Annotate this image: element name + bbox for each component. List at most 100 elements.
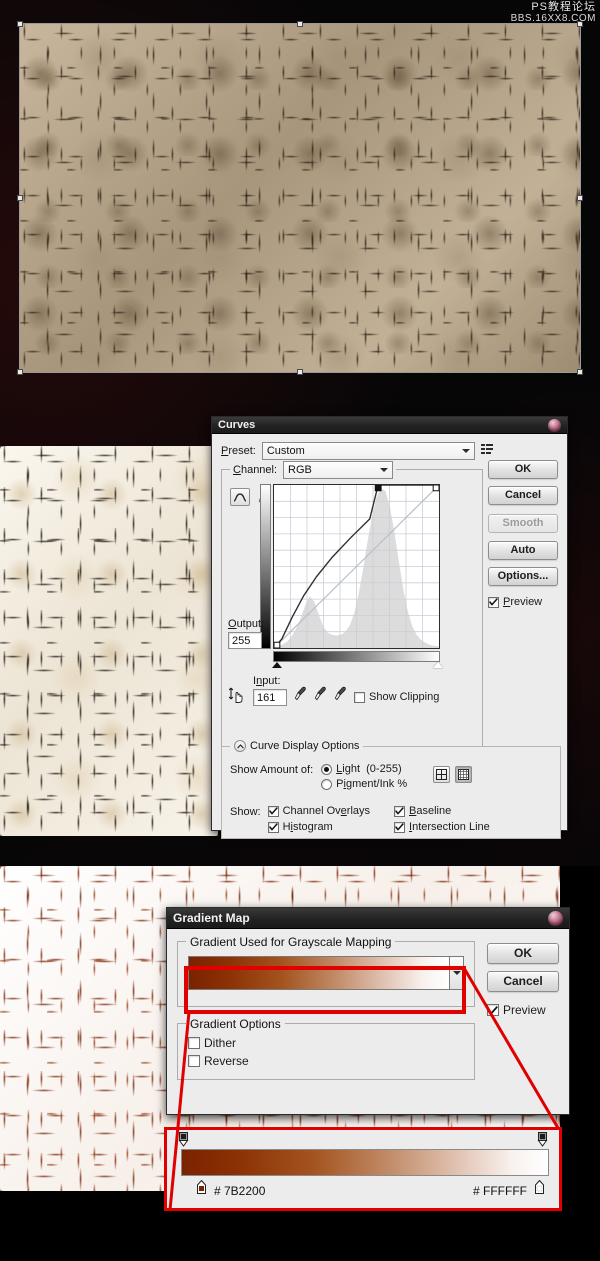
curve-control-point[interactable] — [433, 485, 439, 491]
curves-graph[interactable] — [260, 484, 443, 668]
preset-value: Custom — [266, 445, 305, 457]
output-label: Output: — [228, 618, 265, 630]
opacity-stop-glyph — [178, 1132, 189, 1147]
channel-select[interactable]: RGB — [283, 461, 394, 479]
opacity-stop-left[interactable] — [178, 1132, 189, 1147]
transform-handle-top-left[interactable] — [17, 21, 23, 27]
preset-menu-icon[interactable] — [480, 444, 495, 458]
baseline-checkbox[interactable]: Baseline — [394, 805, 490, 817]
show-clipping-checkbox[interactable]: Show Clipping — [354, 691, 439, 706]
checkbox-box — [354, 691, 365, 703]
checkbox-box — [188, 1037, 200, 1049]
color-stop-glyph — [197, 1179, 206, 1194]
channel-label: Channel: — [233, 464, 278, 476]
pigment-ink-radio-label: Pigment/Ink % — [336, 778, 408, 790]
curve-control-point[interactable] — [274, 642, 280, 648]
transform-handle-middle-right[interactable] — [577, 195, 583, 201]
transform-handle-top-center[interactable] — [297, 21, 303, 27]
intersection-line-label: Intersection Line — [409, 821, 490, 833]
eyedropper-group — [294, 686, 347, 706]
channel-overlays-checkbox[interactable]: Channel Overlays — [267, 805, 370, 817]
gradient-map-cancel-button[interactable]: Cancel — [487, 971, 559, 992]
curves-smooth-button[interactable]: Smooth — [488, 514, 558, 533]
gradient-editor-bar[interactable] — [181, 1149, 549, 1176]
curve-display-options-panel: Curve Display Options Show Amount of: Li… — [221, 740, 561, 839]
white-input-slider[interactable] — [433, 662, 443, 668]
transform-handle-middle-left[interactable] — [17, 195, 23, 201]
curve-plot-svg — [274, 485, 439, 648]
transform-handle-bottom-right[interactable] — [577, 369, 583, 375]
grid-tenth-icon[interactable] — [455, 766, 473, 783]
preset-label: Preset: — [221, 445, 256, 457]
curves-main-group: Channel: RGB Output: 255 Input: 161 Show… — [221, 461, 483, 764]
move-point-glyph — [228, 687, 243, 703]
checkbox-box — [267, 805, 279, 817]
black-point-eyedropper[interactable] — [294, 686, 307, 704]
output-input[interactable] — [228, 632, 262, 649]
radio-dot — [321, 778, 333, 790]
canvas-middle-texture[interactable] — [0, 446, 218, 836]
curve-display-options-title: Curve Display Options — [250, 740, 360, 752]
transform-handle-bottom-left[interactable] — [17, 369, 23, 375]
color-stop-left[interactable] — [196, 1179, 207, 1194]
eyedropper-glyph — [314, 686, 326, 701]
photoshop-orb-icon — [548, 418, 561, 432]
gradient-map-ok-button[interactable]: OK — [487, 943, 559, 964]
chevron-up-icon — [236, 743, 244, 748]
gradient-stops-callout: # 7B2200 # FFFFFF — [164, 1127, 562, 1211]
curve-point-move-icon[interactable] — [228, 686, 246, 706]
reverse-checkbox[interactable]: Reverse — [188, 1054, 464, 1068]
curve-plot-area[interactable] — [273, 484, 440, 649]
gradient-map-title: Gradient Map — [173, 911, 250, 925]
curves-auto-button[interactable]: Auto — [488, 541, 558, 560]
watermark-line-2: BBS.16XX8.COM — [510, 12, 596, 24]
gradient-map-preview-checkbox[interactable]: Preview — [487, 1003, 546, 1017]
dither-checkbox[interactable]: Dither — [188, 1036, 464, 1050]
gradient-map-titlebar[interactable]: Gradient Map — [167, 908, 569, 929]
gradient-preview-swatch[interactable] — [188, 956, 450, 990]
opacity-stop-right[interactable] — [537, 1132, 548, 1147]
grid-quarter-glyph — [436, 769, 448, 780]
collapse-toggle-icon[interactable] — [234, 740, 246, 752]
left-stop-hex: # 7B2200 — [214, 1184, 266, 1198]
grayscale-group-title: Gradient Used for Grayscale Mapping — [186, 935, 396, 949]
gradient-map-dialog[interactable]: Gradient Map Gradient Used for Grayscale… — [166, 907, 570, 1115]
curves-dialog[interactable]: Curves Preset: Custom Channel: RGB Outpu… — [211, 416, 568, 839]
curves-options-button[interactable]: Options... — [488, 567, 558, 586]
histogram-label: Histogram — [282, 821, 333, 833]
channel-value: RGB — [288, 464, 312, 476]
watermark-line-1: PS教程论坛 — [531, 1, 596, 13]
grid-quarter-icon[interactable] — [433, 766, 451, 783]
transform-handle-bottom-center[interactable] — [297, 369, 303, 375]
reverse-label: Reverse — [204, 1054, 249, 1068]
gray-point-eyedropper[interactable] — [314, 686, 327, 704]
gradient-picker-dropdown[interactable] — [450, 956, 464, 990]
curves-preview-checkbox[interactable]: Preview — [488, 596, 542, 608]
white-point-eyedropper[interactable] — [334, 686, 347, 704]
curves-cancel-button[interactable]: Cancel — [488, 486, 558, 505]
radio-dot — [321, 763, 333, 775]
light-radio[interactable]: Light (0-255) — [321, 763, 407, 775]
chevron-down-icon — [461, 449, 470, 453]
intersection-line-checkbox[interactable]: Intersection Line — [394, 821, 490, 833]
black-input-slider[interactable] — [272, 662, 282, 668]
histogram-checkbox[interactable]: Histogram — [267, 821, 370, 833]
curve-tool-glyph — [233, 492, 247, 502]
gradient-options-group: Gradient Options Dither Reverse — [177, 1017, 475, 1080]
curve-control-point[interactable] — [375, 485, 381, 491]
chevron-down-icon — [452, 971, 461, 975]
color-stop-right[interactable] — [534, 1179, 545, 1194]
curves-ok-button[interactable]: OK — [488, 460, 558, 479]
show-amount-of-label: Show Amount of: — [230, 764, 314, 776]
preset-menu-glyph — [480, 444, 493, 454]
show-label: Show: — [230, 806, 261, 818]
input-input[interactable] — [253, 689, 287, 706]
grayscale-mapping-group: Gradient Used for Grayscale Mapping — [177, 935, 475, 1007]
canvas-top-texture[interactable] — [17, 21, 583, 375]
curves-dialog-titlebar[interactable]: Curves — [212, 417, 567, 434]
gradient-options-title: Gradient Options — [186, 1017, 285, 1031]
curve-tool-icon[interactable] — [230, 488, 250, 506]
baseline-label: Baseline — [409, 805, 452, 817]
preset-select[interactable]: Custom — [261, 442, 475, 460]
pigment-ink-radio[interactable]: Pigment/Ink % — [321, 778, 407, 790]
